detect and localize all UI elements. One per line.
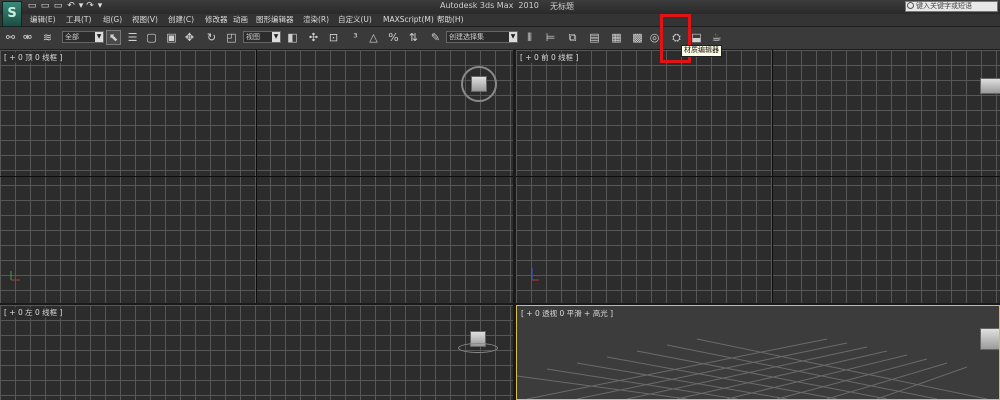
viewcube-icon[interactable]: [980, 328, 999, 350]
grid-axis-horizontal: [516, 176, 1000, 177]
grid-axis-vertical: [256, 50, 257, 303]
link-icon[interactable]: ⚯: [3, 30, 18, 45]
layer-manager-icon[interactable]: ⧉: [565, 30, 580, 45]
grid-axis-vertical: [772, 50, 773, 303]
menu-help[interactable]: 帮助(H): [437, 15, 464, 25]
menu-animation[interactable]: 动画: [233, 15, 248, 25]
window-crossing-icon[interactable]: ▣: [164, 30, 179, 45]
curve-editor-icon[interactable]: ▦: [609, 30, 624, 45]
bind-spacewarp-icon[interactable]: ≋: [40, 30, 55, 45]
graphite-tools-icon[interactable]: ▤: [587, 30, 602, 45]
select-and-rotate-icon[interactable]: ↻: [204, 30, 219, 45]
select-object-icon[interactable]: ⬉: [106, 30, 121, 45]
unlink-icon[interactable]: ⚮: [20, 30, 35, 45]
select-and-move-icon[interactable]: ✥: [182, 30, 197, 45]
world-axis-icon: [10, 271, 20, 281]
perspective-grid: [517, 338, 988, 399]
viewport-left[interactable]: [ + 0 左 0 线框 ]: [0, 305, 513, 400]
menu-modifiers[interactable]: 修改器: [205, 15, 228, 25]
viewport-perspective[interactable]: [ + 0 透视 0 平滑 + 高光 ]: [516, 305, 1000, 400]
selection-filter-value: 全部: [65, 33, 79, 41]
percent-snap-icon[interactable]: %: [386, 30, 401, 45]
menu-maxscript[interactable]: MAXScript(M): [383, 15, 434, 25]
open-file-icon[interactable]: ▭: [40, 2, 50, 11]
new-file-icon[interactable]: ▭: [27, 2, 37, 11]
redo-dropdown-icon[interactable]: ▾: [95, 2, 105, 11]
redo-icon[interactable]: ↷: [85, 2, 95, 11]
pivot-center-icon[interactable]: ◧: [285, 30, 300, 45]
align-icon[interactable]: ⊨: [543, 30, 558, 45]
viewport-front-label[interactable]: [ + 0 前 0 线框 ]: [519, 52, 580, 63]
world-axis-icon: [531, 268, 539, 281]
viewport-front[interactable]: [ + 0 前 0 线框 ]: [516, 50, 1000, 303]
save-file-icon[interactable]: ▭: [53, 2, 63, 11]
menu-group[interactable]: 组(G): [103, 15, 122, 25]
reference-coordinate-value: 视图: [246, 33, 260, 41]
tooltip: 材质编辑器: [681, 45, 722, 57]
menu-bar: 编辑(E) 工具(T) 组(G) 视图(V) 创建(C) 修改器 动画 图形编辑…: [0, 14, 1000, 27]
window-filename: 无标题: [550, 2, 574, 11]
title-bar: ▭ ▭ ▭ ↶ ▾ ↷ ▾ Autodesk 3ds Max 2010 无标题 …: [0, 0, 1000, 15]
rendered-frame-window-icon[interactable]: ⬓: [689, 30, 704, 45]
named-selection-value: 创建选择集: [449, 33, 484, 41]
menu-create[interactable]: 创建(C): [168, 15, 194, 25]
menu-views[interactable]: 视图(V): [132, 15, 158, 25]
viewport-top-label[interactable]: [ + 0 顶 0 线框 ]: [3, 52, 64, 63]
app-logo-button[interactable]: S: [2, 1, 22, 27]
spinner-snap-icon[interactable]: ⇅: [406, 30, 421, 45]
search-icon: [907, 2, 914, 9]
rectangular-selection-icon[interactable]: ▢: [144, 30, 159, 45]
viewcube-ring-icon[interactable]: [458, 343, 498, 353]
keyboard-shortcut-toggle-icon[interactable]: ⊡: [326, 30, 341, 45]
viewport-top[interactable]: [ + 0 顶 0 线框 ]: [0, 50, 513, 303]
chevron-down-icon: ▼: [509, 32, 517, 42]
undo-icon[interactable]: ↶: [66, 2, 76, 11]
angle-snap-icon[interactable]: △: [366, 30, 381, 45]
search-input[interactable]: 键入关键字或短语: [905, 1, 998, 12]
selection-filter-dropdown[interactable]: 全部 ▼: [62, 31, 104, 43]
schematic-view-icon[interactable]: ▩: [630, 30, 645, 45]
select-and-scale-icon[interactable]: ◰: [224, 30, 239, 45]
menu-customize[interactable]: 自定义(U): [338, 15, 372, 25]
named-selection-dropdown[interactable]: 创建选择集 ▼: [446, 31, 518, 43]
reference-coordinate-dropdown[interactable]: 视图 ▼: [243, 31, 281, 43]
chevron-down-icon: ▼: [272, 32, 280, 42]
edit-named-selection-icon[interactable]: ✎: [428, 30, 443, 45]
render-teapot-icon[interactable]: ☕: [709, 30, 724, 45]
chevron-down-icon: ▼: [95, 32, 103, 42]
window-title: Autodesk 3ds Max 2010: [440, 1, 539, 10]
viewcube-icon[interactable]: [980, 78, 1000, 94]
snaps-toggle-icon[interactable]: ³: [348, 30, 363, 45]
mirror-icon[interactable]: ⫴: [522, 30, 537, 45]
menu-graph-editors[interactable]: 图形编辑器: [256, 15, 294, 25]
select-by-name-icon[interactable]: ☰: [125, 30, 140, 45]
main-toolbar: ⚯ ⚮ ≋ 全部 ▼ ⬉ ☰ ▢ ▣ ✥ ↻ ◰ 视图 ▼ ◧ ✣ ⊡ ³ △ …: [0, 27, 1000, 50]
menu-rendering[interactable]: 渲染(R): [303, 15, 329, 25]
menu-tools[interactable]: 工具(T): [66, 15, 91, 25]
viewport-left-label[interactable]: [ + 0 左 0 线框 ]: [3, 307, 64, 318]
viewcube-icon[interactable]: [471, 76, 487, 92]
select-manipulate-icon[interactable]: ✣: [306, 30, 321, 45]
menu-edit[interactable]: 编辑(E): [30, 15, 56, 25]
